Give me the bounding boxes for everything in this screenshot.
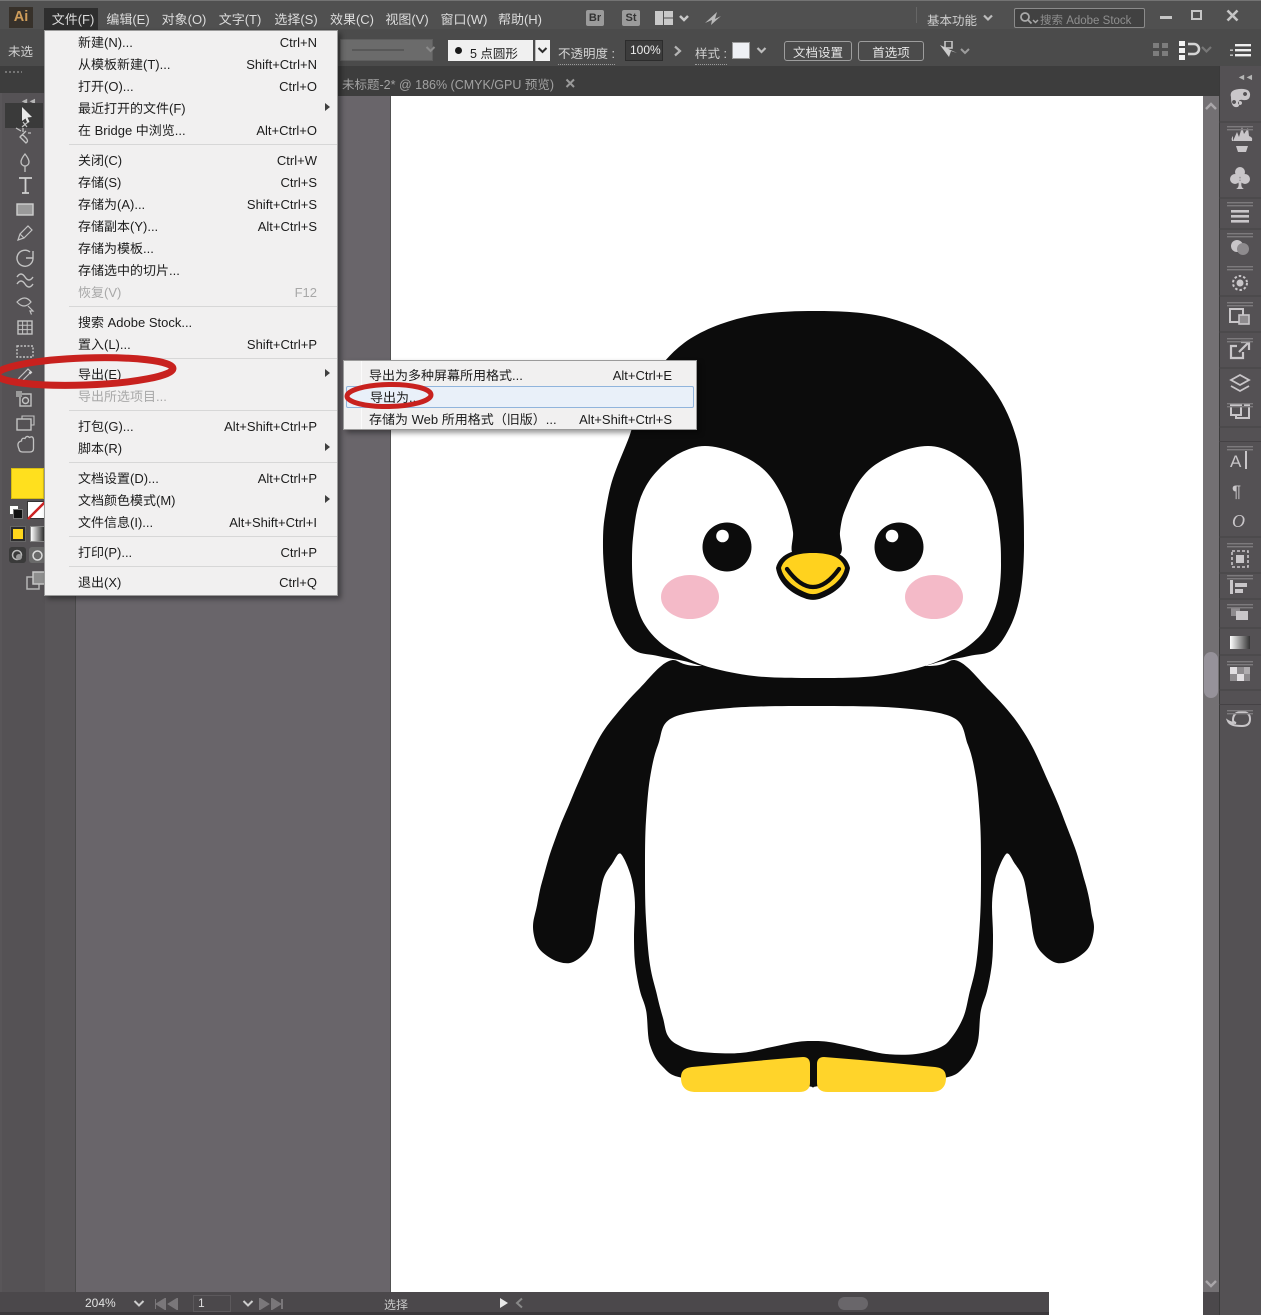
svg-text:¶: ¶	[1232, 482, 1241, 501]
svg-text:O: O	[1232, 511, 1245, 531]
svg-text:A: A	[1230, 452, 1242, 471]
